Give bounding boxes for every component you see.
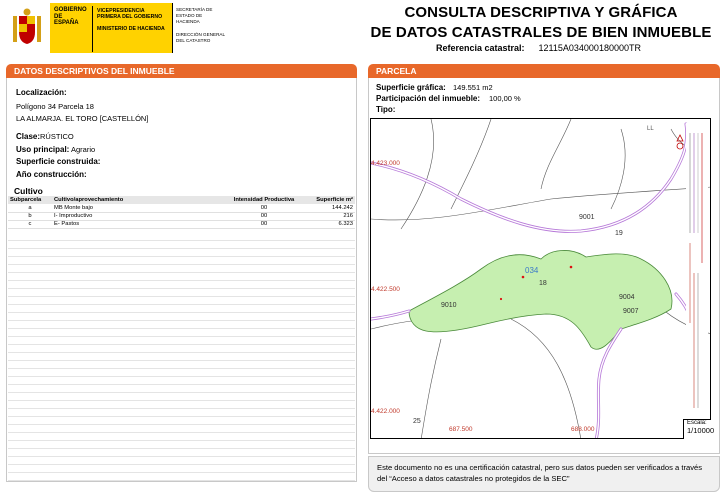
empty-table-rows [8,233,355,481]
gov-ministry: VICEPRESIDENCIA PRIMERA DEL GOBIERNO MIN… [92,6,172,52]
col-superficie: Superficie m² [300,196,355,204]
col-intensidad: Intensidad Productiva [228,196,300,204]
uso-label: Uso principal: [16,145,70,154]
scale-value: 1/10000 [687,426,715,435]
cell-intensidad: 00 [228,220,300,229]
gov-direccion-label: DIRECCIÓN GENERAL DEL CATASTRO [176,32,225,44]
gov-secretaria-label: SECRETARÍA DE ESTADO DE HACIENDA [176,7,213,24]
cell-cultivo: MB Monte bajo [52,204,228,213]
ref-value: 12115A034000180000TR [538,43,641,53]
table-row: a MB Monte bajo 00 144.242 [8,204,355,213]
clase-value: RÚSTICO [40,132,74,141]
north-arrow-icon [676,134,684,142]
parcel-sub-label: 18 [539,280,547,287]
cell-intensidad: 00 [228,204,300,213]
clase-label: Clase: [16,132,41,141]
map-label-top: LL [647,126,654,132]
table-row: b I- Improductivo 00 216 [8,212,355,221]
cell-superficie: 216 [300,212,355,221]
parcel-number-label: 034 [525,266,539,275]
coord-x2: 688.000 [571,426,595,433]
cell-superficie: 144.242 [300,204,355,213]
cultivo-title: Cultivo [14,186,43,196]
localizacion-line2: LA ALMARJA. EL TORO [CASTELLÓN] [16,114,149,123]
tipo-label: Tipo: [376,105,396,114]
coord-y3: 4.422.000 [371,408,400,415]
road-label-9007: 9007 [623,308,639,315]
cell-cultivo: E- Pastos [52,220,228,229]
cell-superficie: 6.323 [300,220,355,229]
localizacion-line1: Polígono 34 Parcela 18 [16,102,94,111]
title-line-2: DE DATOS CATASTRALES DE BIEN INMUEBLE [370,24,712,41]
sup-grafica-label: Superficie gráfica: [376,83,446,92]
coord-y2: 4.422.500 [371,286,400,293]
superficie-label: Superficie construida: [16,157,101,166]
gov-name: GOBIERNO DE ESPAÑA [54,7,87,27]
cell-intensidad: 00 [228,212,300,221]
section-header-descriptive: DATOS DESCRIPTIVOS DEL INMUEBLE [6,64,357,78]
cell-subparcela: b [8,212,52,221]
map-legend-strip [686,123,708,413]
localizacion-label: Localización: [16,88,67,97]
coord-x1: 687.500 [449,426,473,433]
road-label-9001: 9001 [579,214,595,221]
cell-subparcela: c [8,220,52,229]
gov-ministerio-label: MINISTERIO DE HACIENDA [97,26,165,33]
parcel-label-19: 19 [615,230,623,237]
scale-indicator: Escala: 1/10000 [683,419,715,439]
cadastral-map[interactable]: 4.423.000 4.422.500 4.422.000 687.500 68… [370,118,711,439]
uso-value: Agrario [71,145,96,154]
table-header-row: Subparcela Cultivo/aprovechamiento Inten… [8,196,355,204]
coat-of-arms-icon [4,3,50,53]
cell-subparcela: a [8,204,52,213]
participacion-label: Participación del inmueble: [376,94,481,103]
disclaimer-note: Este documento no es una certificación c… [368,456,720,492]
cadastral-reference: Referencia catastral: 12115A034000180000T… [436,43,641,53]
table-row: c E- Pastos 00 6.323 [8,220,355,229]
parcel-label-25: 25 [413,418,421,425]
ref-label: Referencia catastral: [436,43,525,53]
ano-label: Año construcción: [16,170,87,179]
document-title: CONSULTA DESCRIPTIVA Y GRÁFICA DE DATOS … [360,3,722,43]
cell-cultivo: I- Improductivo [52,212,228,221]
gov-vice-label: VICEPRESIDENCIA PRIMERA DEL GOBIERNO [97,8,163,21]
section-header-parcela: PARCELA [368,64,720,78]
coord-y1: 4.423.000 [371,160,400,167]
sup-grafica-value: 149.551 m2 [453,83,493,92]
cultivo-table: Subparcela Cultivo/aprovechamiento Inten… [8,196,355,229]
road-label-9010: 9010 [441,302,457,309]
gov-directorate: SECRETARÍA DE ESTADO DE HACIENDA DIRECCI… [172,3,230,53]
participacion-value: 100,00 % [489,94,521,103]
title-line-1: CONSULTA DESCRIPTIVA Y GRÁFICA [404,4,678,21]
col-cultivo: Cultivo/aprovechamiento [52,196,228,204]
col-subparcela: Subparcela [8,196,52,204]
road-label-9004: 9004 [619,294,635,301]
